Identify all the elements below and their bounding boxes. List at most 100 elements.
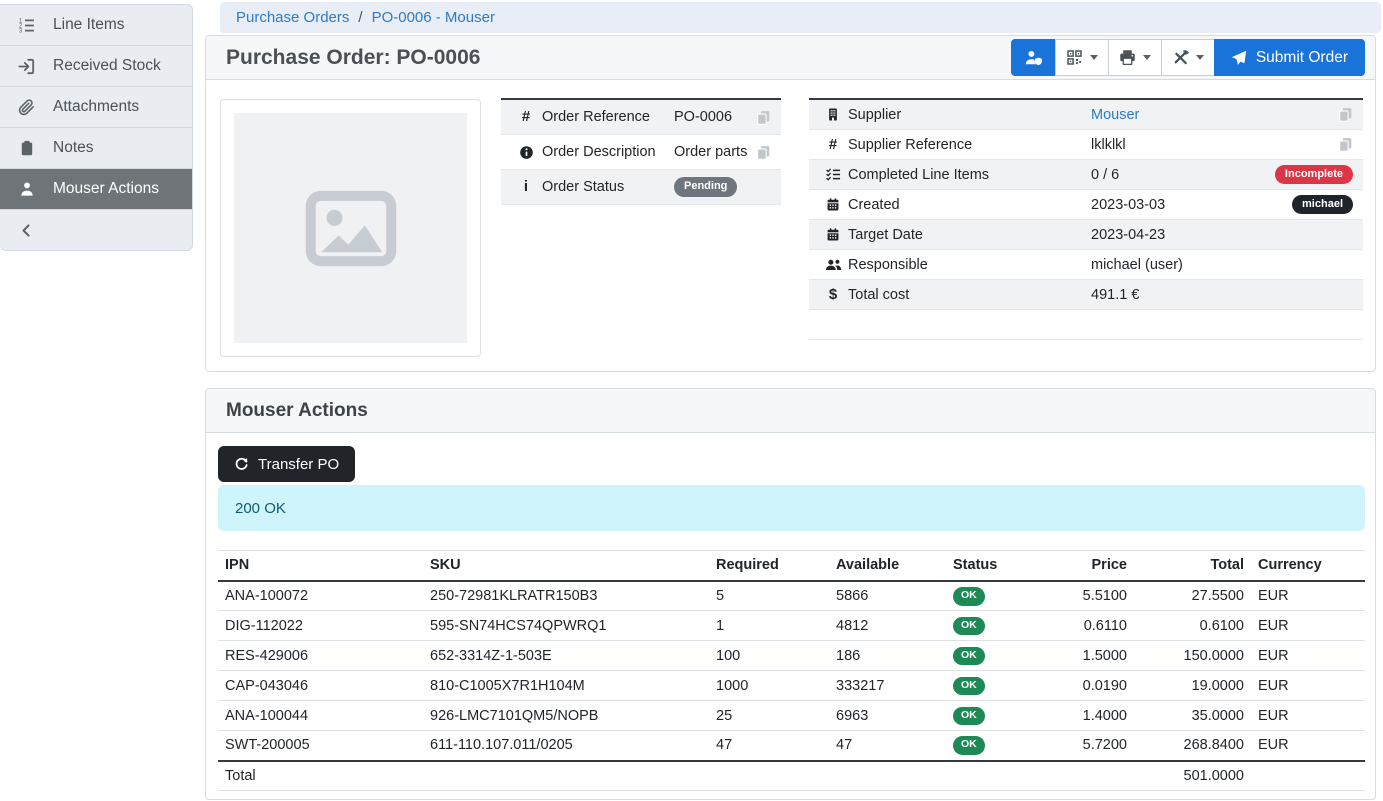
- mouser-actions-panel: Mouser Actions Transfer PO 200 OK IPN SK…: [205, 388, 1376, 800]
- cell-ipn: RES-429006: [218, 641, 423, 671]
- list-check-icon: [818, 167, 848, 182]
- cell-sku: 810-C1005X7R1H104M: [423, 671, 709, 701]
- table-total-row: Total 501.0000: [218, 761, 1365, 791]
- detail-row-supplier: Supplier Mouser: [809, 100, 1363, 130]
- sidebar-item-line-items[interactable]: 123 Line Items: [0, 5, 192, 46]
- detail-row-supplier-reference: # Supplier Reference lklklkl: [809, 130, 1363, 160]
- order-image-card[interactable]: [220, 99, 481, 357]
- cell-sku: 250-72981KLRATR150B3: [423, 581, 709, 611]
- cell-ipn: ANA-100044: [218, 701, 423, 731]
- image-icon: [305, 190, 397, 267]
- copy-icon[interactable]: [756, 110, 771, 125]
- tools-icon: [1172, 49, 1189, 66]
- detail-label: Supplier: [848, 107, 1091, 123]
- cell-sku: 595-SN74HCS74QPWRQ1: [423, 611, 709, 641]
- cell-required: 1000: [709, 671, 829, 701]
- cell-currency: EUR: [1251, 701, 1365, 731]
- detail-label: Completed Line Items: [848, 167, 1091, 183]
- sidebar: 123 Line Items Received Stock Attachment…: [0, 4, 193, 251]
- breadcrumb-link-purchase-orders[interactable]: Purchase Orders: [236, 9, 349, 26]
- calendar-icon: [818, 227, 848, 242]
- column-header-price: Price: [1046, 551, 1134, 581]
- table-row: RES-429006 652-3314Z-1-503E 100 186 OK 1…: [218, 641, 1365, 671]
- cell-sku: 611-110.107.011/0205: [423, 731, 709, 761]
- user-icon: [17, 181, 36, 197]
- cell-available: 186: [829, 641, 946, 671]
- cell-status: OK: [946, 731, 1046, 761]
- detail-row-total-cost: $ Total cost 491.1 €: [809, 280, 1363, 310]
- detail-value: Mouser: [1091, 107, 1139, 123]
- actions-panel-header: Mouser Actions: [206, 389, 1375, 433]
- breadcrumb-link-current-order[interactable]: PO-0006 - Mouser: [372, 9, 495, 26]
- sidebar-item-mouser-actions[interactable]: Mouser Actions: [0, 169, 192, 210]
- status-alert-text: 200 OK: [235, 500, 286, 517]
- ok-badge: OK: [953, 736, 985, 755]
- order-toolbar: Submit Order: [1011, 39, 1365, 76]
- detail-value: PO-0006: [674, 109, 732, 125]
- sign-in-icon: [17, 58, 36, 75]
- cell-sku: 926-LMC7101QM5/NOPB: [423, 701, 709, 731]
- supplier-details-table: Supplier Mouser # Supplier Reference lkl…: [809, 98, 1363, 340]
- chevron-down-icon: [1090, 55, 1098, 60]
- sidebar-item-notes[interactable]: Notes: [0, 128, 192, 169]
- column-header-available: Available: [829, 551, 946, 581]
- cell-status: OK: [946, 611, 1046, 641]
- detail-label: Responsible: [848, 257, 1091, 273]
- cell-price: 5.7200: [1046, 731, 1134, 761]
- column-header-required: Required: [709, 551, 829, 581]
- cell-available: 6963: [829, 701, 946, 731]
- chevron-left-icon: [17, 223, 36, 238]
- detail-label: Target Date: [848, 227, 1091, 243]
- transfer-po-label: Transfer PO: [258, 456, 339, 473]
- detail-row-empty: [809, 310, 1363, 340]
- detail-value: 2023-03-03: [1091, 197, 1165, 213]
- column-header-currency: Currency: [1251, 551, 1365, 581]
- cell-ipn: DIG-112022: [218, 611, 423, 641]
- detail-label: Order Reference: [542, 109, 674, 125]
- cell-total: 35.0000: [1134, 701, 1251, 731]
- copy-icon[interactable]: [1338, 107, 1353, 122]
- cell-currency: EUR: [1251, 581, 1365, 611]
- users-icon: [818, 257, 848, 272]
- purchase-order-panel: Purchase Order: PO-0006: [205, 35, 1376, 372]
- rotate-icon: [234, 457, 249, 472]
- cell-total: 150.0000: [1134, 641, 1251, 671]
- cell-ipn: CAP-043046: [218, 671, 423, 701]
- cell-currency: EUR: [1251, 731, 1365, 761]
- detail-row-order-reference: # Order Reference PO-0006: [501, 100, 781, 135]
- detail-label: Order Status: [542, 179, 674, 195]
- svg-text:3: 3: [19, 28, 23, 33]
- ok-badge: OK: [953, 707, 985, 726]
- copy-icon[interactable]: [756, 145, 771, 160]
- detail-row-order-description: Order Description Order parts: [501, 135, 781, 170]
- sidebar-collapse-button[interactable]: [0, 210, 192, 250]
- sidebar-item-received-stock[interactable]: Received Stock: [0, 46, 192, 87]
- supplier-link[interactable]: Mouser: [1091, 107, 1139, 123]
- user-permissions-button[interactable]: [1011, 39, 1056, 76]
- detail-row-responsible: Responsible michael (user): [809, 250, 1363, 280]
- submit-order-button[interactable]: Submit Order: [1214, 39, 1365, 76]
- cell-total: 268.8400: [1134, 731, 1251, 761]
- breadcrumb-separator: /: [358, 9, 362, 26]
- cell-price: 0.0190: [1046, 671, 1134, 701]
- sidebar-item-label: Received Stock: [53, 57, 161, 75]
- order-options-button[interactable]: [1161, 39, 1215, 76]
- detail-row-order-status: i Order Status Pending: [501, 170, 781, 205]
- cell-available: 333217: [829, 671, 946, 701]
- copy-icon[interactable]: [1338, 137, 1353, 152]
- cell-price: 5.5100: [1046, 581, 1134, 611]
- total-label: Total: [218, 761, 423, 791]
- breadcrumb: Purchase Orders / PO-0006 - Mouser: [220, 2, 1381, 33]
- print-actions-button[interactable]: [1108, 39, 1162, 76]
- total-value: 501.0000: [1134, 761, 1251, 791]
- sidebar-item-label: Line Items: [53, 16, 125, 34]
- detail-label: Order Description: [542, 144, 674, 160]
- paperclip-icon: [17, 99, 36, 116]
- table-header-row: IPN SKU Required Available Status Price …: [218, 551, 1365, 581]
- sidebar-item-attachments[interactable]: Attachments: [0, 87, 192, 128]
- barcode-actions-button[interactable]: [1055, 39, 1109, 76]
- table-row: ANA-100072 250-72981KLRATR150B3 5 5866 O…: [218, 581, 1365, 611]
- table-row: SWT-200005 611-110.107.011/0205 47 47 OK…: [218, 731, 1365, 761]
- transfer-po-button[interactable]: Transfer PO: [218, 446, 355, 482]
- column-header-status: Status: [946, 551, 1046, 581]
